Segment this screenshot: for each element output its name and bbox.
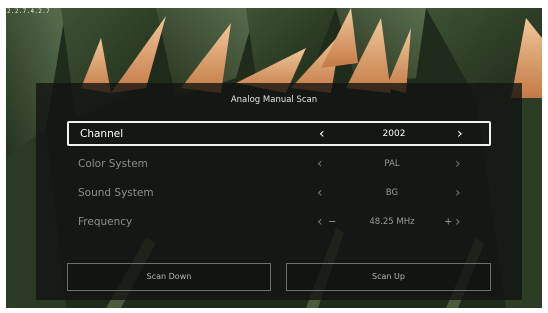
chevron-left-icon[interactable]: ‹	[317, 186, 323, 200]
channel-label: Channel	[80, 127, 124, 140]
channel-value: 2002	[382, 128, 406, 139]
frequency-value: 48.25 MHz	[369, 216, 415, 227]
color-system-row[interactable]: Color System ‹ PAL ›	[67, 151, 491, 176]
scan-down-button[interactable]: Scan Down	[67, 263, 271, 291]
plus-icon[interactable]: +	[444, 216, 452, 227]
chevron-right-icon[interactable]: ›	[455, 215, 461, 229]
color-system-value: PAL	[384, 158, 400, 169]
sound-system-value: BG	[385, 187, 399, 198]
chevron-right-icon[interactable]: ›	[455, 186, 461, 200]
scan-up-button[interactable]: Scan Up	[286, 263, 491, 291]
channel-row[interactable]: Channel ‹ 2002 ›	[67, 121, 491, 146]
chevron-left-icon[interactable]: ‹	[317, 157, 323, 171]
chevron-right-icon[interactable]: ›	[457, 127, 463, 141]
color-system-label: Color System	[78, 157, 148, 170]
chevron-right-icon[interactable]: ›	[455, 157, 461, 171]
minus-icon[interactable]: −	[328, 216, 336, 227]
corner-code-label: 2.2.7.4.2.7	[7, 8, 51, 15]
chevron-left-icon[interactable]: ‹	[319, 127, 325, 141]
sound-system-label: Sound System	[78, 186, 154, 199]
chevron-left-icon[interactable]: ‹	[317, 215, 323, 229]
dialog-title: Analog Manual Scan	[230, 95, 318, 105]
frequency-row[interactable]: Frequency ‹ − 48.25 MHz + ›	[67, 209, 491, 234]
frequency-label: Frequency	[78, 215, 133, 228]
sound-system-row[interactable]: Sound System ‹ BG ›	[67, 180, 491, 205]
